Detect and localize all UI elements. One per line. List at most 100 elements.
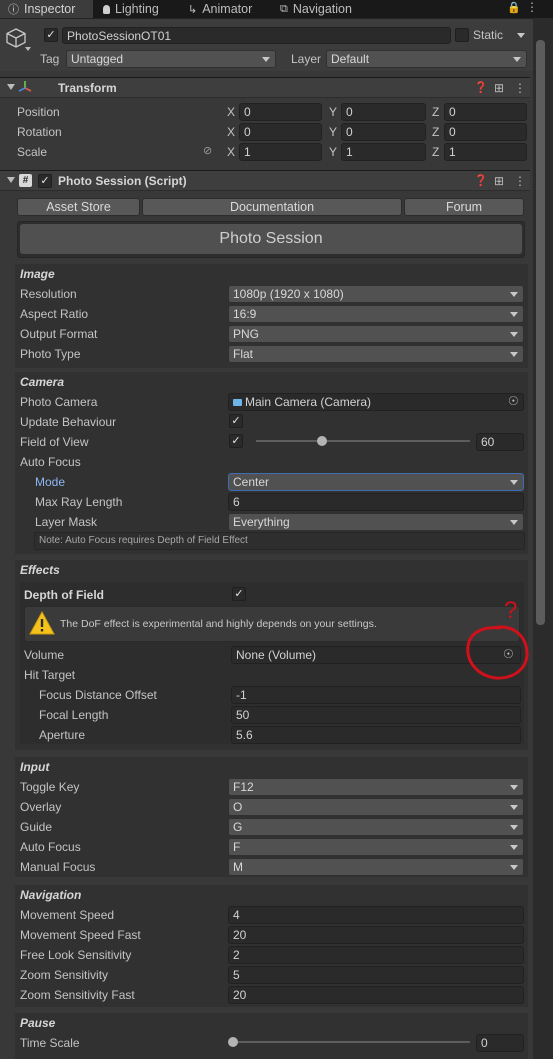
time-scale-value-field[interactable]: 0 <box>476 1034 524 1052</box>
focus-distance-offset-field[interactable]: -1 <box>231 686 521 704</box>
position-x-field[interactable]: 0 <box>239 103 322 121</box>
time-scale-slider-track[interactable] <box>233 1041 470 1043</box>
rotation-label: Rotation <box>17 125 62 139</box>
photo-type-dropdown[interactable]: Flat <box>228 345 524 363</box>
script-title: Photo Session (Script) <box>58 174 187 188</box>
pause-section-title: Pause <box>20 1016 56 1030</box>
free-look-sensitivity-field[interactable]: 2 <box>228 946 524 964</box>
rotation-y-field[interactable]: 0 <box>341 123 426 141</box>
focal-length-label: Focal Length <box>39 708 109 722</box>
help-icon[interactable]: ❓ <box>474 80 488 96</box>
red-circle-annotation: ? <box>466 597 529 680</box>
lock-icon[interactable]: 🔒 <box>507 0 521 16</box>
volume-label: Volume <box>24 648 65 662</box>
field-of-view-checkbox[interactable]: ✓ <box>229 434 243 448</box>
foldout-arrow-icon[interactable] <box>7 84 15 90</box>
output-format-dropdown[interactable]: PNG <box>228 325 524 343</box>
guide-label: Guide <box>20 820 53 834</box>
guide-dropdown[interactable]: G <box>228 818 524 836</box>
manual-focus-key-dropdown[interactable]: M <box>228 858 524 876</box>
update-behaviour-checkbox[interactable]: ✓ <box>229 414 243 428</box>
help-icon[interactable]: ❓ <box>474 173 488 189</box>
photo-session-banner[interactable]: Photo Session <box>20 224 522 254</box>
rotation-x-field[interactable]: 0 <box>239 123 322 141</box>
resolution-label: Resolution <box>20 287 77 301</box>
tab-lighting[interactable]: Lighting <box>95 0 167 18</box>
fov-value-field[interactable]: 60 <box>476 433 524 451</box>
aperture-field[interactable]: 5.6 <box>231 726 521 744</box>
auto-focus-key-dropdown[interactable]: F <box>228 838 524 856</box>
photo-camera-label: Photo Camera <box>20 395 98 409</box>
layer-mask-dropdown[interactable]: Everything <box>228 513 524 531</box>
axis-y-label[interactable]: Y <box>329 104 337 120</box>
script-enabled-checkbox[interactable]: ✓ <box>38 174 52 188</box>
scale-x-field[interactable]: 1 <box>239 143 322 161</box>
axis-x-label[interactable]: X <box>227 124 235 140</box>
zoom-sensitivity-fast-field[interactable]: 20 <box>228 986 524 1004</box>
aspect-ratio-dropdown[interactable]: 16:9 <box>228 305 524 323</box>
axis-y-label[interactable]: Y <box>329 124 337 140</box>
presets-icon[interactable]: ⊞ <box>494 80 504 96</box>
mode-label: Mode <box>35 475 66 489</box>
overlay-label: Overlay <box>20 800 62 814</box>
axis-z-label[interactable]: Z <box>432 144 439 160</box>
tab-inspector[interactable]: ⓘ Inspector <box>0 0 93 18</box>
context-menu-icon[interactable]: ⋮ <box>514 173 526 189</box>
axis-x-label[interactable]: X <box>227 104 235 120</box>
presets-icon[interactable]: ⊞ <box>494 173 504 189</box>
chevron-down-icon <box>510 805 518 810</box>
layer-dropdown[interactable]: Default <box>326 50 527 68</box>
time-scale-slider-handle[interactable] <box>228 1037 238 1047</box>
tab-navigation[interactable]: ⧉ Navigation <box>272 0 360 18</box>
asset-store-button[interactable]: Asset Store <box>17 198 140 216</box>
tab-animator[interactable]: ↳ Animator <box>180 0 260 18</box>
photo-type-label: Photo Type <box>20 347 81 361</box>
axis-z-label[interactable]: Z <box>432 124 439 140</box>
chevron-down-icon <box>510 520 518 525</box>
fov-slider-track[interactable] <box>256 440 470 442</box>
info-icon: ⓘ <box>8 4 19 16</box>
depth-of-field-checkbox[interactable]: ✓ <box>232 587 246 601</box>
movement-speed-fast-field[interactable]: 20 <box>228 926 524 944</box>
static-checkbox[interactable] <box>455 28 469 42</box>
rotation-z-field[interactable]: 0 <box>444 123 527 141</box>
forum-button[interactable]: Forum <box>404 198 524 216</box>
axis-z-label[interactable]: Z <box>432 104 439 120</box>
documentation-button[interactable]: Documentation <box>142 198 402 216</box>
scrollbar-thumb[interactable] <box>536 40 545 625</box>
object-name-input[interactable]: PhotoSessionOT01 <box>62 27 451 44</box>
focal-length-field[interactable]: 50 <box>231 706 521 724</box>
auto-focus-note: Note: Auto Focus requires Depth of Field… <box>34 532 525 550</box>
more-menu-icon[interactable]: ⋮ <box>526 0 538 15</box>
scale-y-field[interactable]: 1 <box>341 143 426 161</box>
foldout-arrow-icon[interactable] <box>7 177 15 183</box>
aspect-ratio-label: Aspect Ratio <box>20 307 89 321</box>
scale-z-field[interactable]: 1 <box>444 143 527 161</box>
axis-x-label[interactable]: X <box>227 144 235 160</box>
position-y-field[interactable]: 0 <box>341 103 426 121</box>
zoom-sensitivity-field[interactable]: 5 <box>228 966 524 984</box>
static-dropdown-arrow[interactable] <box>517 33 525 38</box>
dof-warning-text: The DoF effect is experimental and highl… <box>60 618 377 630</box>
mode-dropdown[interactable]: Center <box>228 473 524 491</box>
active-checkbox[interactable]: ✓ <box>44 28 58 42</box>
chevron-down-icon <box>510 332 518 337</box>
chevron-down-icon <box>510 785 518 790</box>
resolution-dropdown[interactable]: 1080p (1920 x 1080) <box>228 285 524 303</box>
overlay-dropdown[interactable]: O <box>228 798 524 816</box>
photo-camera-field[interactable]: Main Camera (Camera) <box>228 393 524 411</box>
navigation-icon: ⧉ <box>280 2 288 15</box>
position-z-field[interactable]: 0 <box>444 103 527 121</box>
movement-speed-field[interactable]: 4 <box>228 906 524 924</box>
chevron-down-icon <box>510 292 518 297</box>
context-menu-icon[interactable]: ⋮ <box>514 80 526 96</box>
axis-y-label[interactable]: Y <box>329 144 337 160</box>
icon-dropdown-arrow[interactable] <box>25 47 31 51</box>
movement-speed-fast-label: Movement Speed Fast <box>20 928 141 942</box>
toggle-key-dropdown[interactable]: F12 <box>228 778 524 796</box>
zoom-sensitivity-label: Zoom Sensitivity <box>20 968 109 982</box>
object-picker-icon[interactable]: ☉ <box>508 393 519 409</box>
tag-dropdown[interactable]: Untagged <box>66 50 276 68</box>
constrain-proportions-icon[interactable]: ⊘ <box>203 143 212 159</box>
max-ray-length-field[interactable]: 6 <box>228 493 524 511</box>
